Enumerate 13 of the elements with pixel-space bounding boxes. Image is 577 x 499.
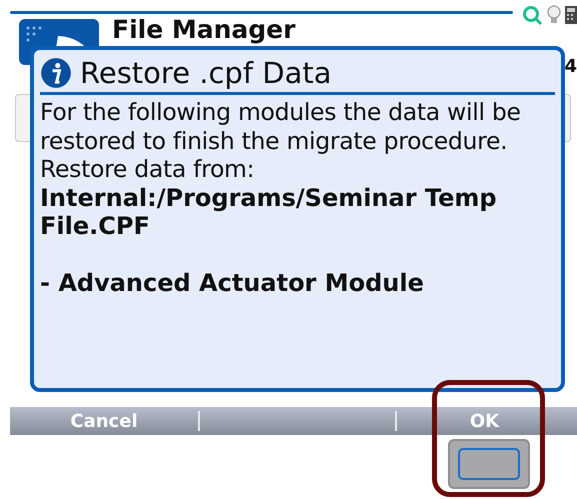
search-icon[interactable] <box>521 4 543 26</box>
dialog-title: Restore .cpf Data <box>80 56 332 90</box>
message-text: For the following modules the data will be restored to finish the migrate procedure. <box>40 98 522 155</box>
hardware-key[interactable] <box>448 439 530 489</box>
cancel-button[interactable]: Cancel <box>10 410 198 432</box>
module-item: - Advanced Actuator Module <box>40 269 425 298</box>
calculator-icon[interactable] <box>565 4 577 26</box>
app-text: 4 <box>564 56 577 77</box>
info-icon <box>40 57 72 89</box>
file-path: Internal:/Programs/Seminar Temp File.CPF <box>40 184 498 240</box>
message-text: Restore data from: <box>40 155 256 184</box>
ok-button[interactable]: OK <box>397 410 572 432</box>
app-title: File Manager <box>112 15 296 45</box>
